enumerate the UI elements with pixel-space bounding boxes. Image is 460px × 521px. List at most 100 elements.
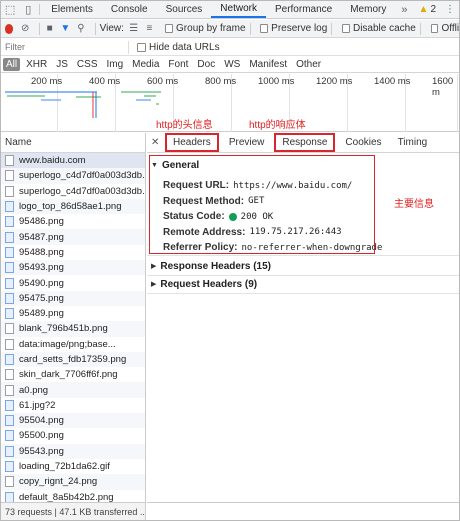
search-icon[interactable]: ⚲	[75, 22, 87, 36]
document-icon	[5, 476, 14, 488]
document-icon	[5, 369, 14, 381]
tab-response[interactable]: Response	[274, 133, 336, 152]
request-row[interactable]: superlogo_c4d7df0a003d3db...	[1, 184, 145, 199]
overview-waterfall	[5, 91, 161, 118]
more-options-icon[interactable]: ⋮	[441, 1, 459, 18]
tab-cookies[interactable]: Cookies	[339, 135, 387, 150]
caret-right-icon: ▶	[151, 281, 157, 288]
warnings-badge[interactable]: ▲ 2	[414, 1, 441, 18]
request-row[interactable]: 95500.png	[1, 428, 145, 443]
request-row[interactable]: superlogo_c4d7df0a003d3db...	[1, 168, 145, 184]
image-icon	[5, 399, 14, 411]
tab-headers[interactable]: Headers	[165, 133, 219, 152]
toolbar-divider	[38, 22, 40, 35]
request-row[interactable]: logo_top_86d58ae1.png	[1, 198, 145, 215]
record-icon[interactable]	[5, 23, 14, 34]
request-name: 95504.png	[19, 415, 64, 427]
network-overview-timeline[interactable]: 200 ms 400 ms 600 ms 800 ms 1000 ms 1200…	[1, 74, 459, 132]
filter-input[interactable]	[1, 40, 129, 54]
type-filter-media[interactable]: Media	[129, 58, 162, 71]
tab-elements[interactable]: Elements	[42, 1, 102, 18]
tab-timing[interactable]: Timing	[392, 135, 434, 150]
type-filter-xhr[interactable]: XHR	[23, 58, 50, 71]
image-icon	[5, 262, 14, 274]
request-name: blank_796b451b.png	[19, 323, 108, 335]
section-divider	[147, 293, 459, 294]
request-name: loading_72b1da62.gif	[19, 461, 110, 473]
tab-memory[interactable]: Memory	[341, 1, 395, 18]
request-row[interactable]: 95504.png	[1, 413, 145, 429]
request-row[interactable]: www.baidu.com	[1, 153, 145, 169]
clear-icon[interactable]: ⊘	[19, 22, 31, 36]
type-filter-js[interactable]: JS	[53, 58, 71, 71]
request-name: 95488.png	[19, 246, 64, 258]
resource-type-filters: All XHR JS CSS Img Media Font Doc WS Man…	[1, 57, 459, 73]
group-by-frame-label: Group by frame	[176, 23, 246, 34]
caret-right-icon: ▶	[151, 263, 157, 270]
tab-sources[interactable]: Sources	[157, 1, 212, 18]
inspect-element-icon[interactable]: ⬚	[1, 1, 19, 18]
type-filter-ws[interactable]: WS	[221, 58, 243, 71]
offline-label: Offli	[441, 23, 459, 34]
waterfall-icon[interactable]: ≡	[144, 22, 156, 36]
hide-data-urls-label: Hide data URLs	[149, 41, 220, 53]
group-by-frame-checkbox[interactable]	[165, 24, 174, 33]
type-filter-img[interactable]: Img	[103, 58, 126, 71]
request-row[interactable]: loading_72b1da62.gif	[1, 459, 145, 474]
type-filter-font[interactable]: Font	[165, 58, 191, 71]
tab-performance[interactable]: Performance	[266, 1, 341, 18]
request-row[interactable]: 95487.png	[1, 229, 145, 245]
response-headers-toggle[interactable]: ▶ Response Headers (15)	[147, 258, 459, 274]
close-icon[interactable]: ✕	[151, 137, 165, 148]
preserve-log-checkbox[interactable]	[260, 24, 269, 33]
request-name: data:image/png;base...	[19, 338, 116, 350]
document-icon	[5, 155, 14, 167]
status-bar: 73 requests | 47.1 KB transferred ...	[1, 502, 146, 520]
request-row[interactable]: 95488.png	[1, 245, 145, 260]
request-row[interactable]: 95490.png	[1, 275, 145, 290]
tab-network[interactable]: Network	[211, 1, 266, 18]
disable-cache-checkbox[interactable]	[342, 24, 350, 33]
image-icon	[5, 231, 14, 243]
request-row[interactable]: 95475.png	[1, 290, 145, 306]
response-annotation: http的响应体	[249, 120, 306, 131]
request-row[interactable]: 95493.png	[1, 260, 145, 276]
request-row[interactable]: 95543.png	[1, 443, 145, 459]
type-filter-doc[interactable]: Doc	[194, 58, 218, 71]
tab-console[interactable]: Console	[102, 1, 157, 18]
offline-checkbox[interactable]	[430, 24, 439, 33]
request-row[interactable]: 61.jpg?2	[1, 398, 145, 413]
document-icon	[5, 338, 14, 350]
filter-row: Hide data URLs	[1, 39, 459, 56]
type-filter-manifest[interactable]: Manifest	[246, 58, 290, 71]
name-column-header[interactable]: Name	[1, 133, 145, 153]
request-row[interactable]: blank_796b451b.png	[1, 321, 145, 337]
request-headers-toggle[interactable]: ▶ Request Headers (9)	[147, 276, 459, 292]
image-icon	[5, 445, 14, 457]
request-row[interactable]: a0.png	[1, 382, 145, 398]
request-row[interactable]: 95486.png	[1, 214, 145, 229]
type-filter-all[interactable]: All	[3, 58, 21, 71]
device-toolbar-icon[interactable]: ▯	[19, 1, 37, 18]
tab-preview[interactable]: Preview	[223, 135, 271, 150]
request-row[interactable]: copy_rignt_24.png	[1, 474, 145, 490]
capture-screenshots-icon[interactable]: ■	[44, 22, 56, 36]
request-headers-section: ▶ Request Headers (9)	[147, 276, 459, 292]
more-tabs-icon[interactable]: »	[395, 1, 413, 18]
request-name: logo_top_86d58ae1.png	[19, 201, 122, 213]
type-filter-other[interactable]: Other	[293, 58, 324, 71]
request-row[interactable]: skin_dark_7706ff6f.png	[1, 367, 145, 382]
image-icon	[5, 308, 14, 320]
filter-icon[interactable]: ▼	[59, 22, 71, 36]
request-row[interactable]: card_setts_fdb17359.png	[1, 351, 145, 368]
toolbar-divider	[249, 22, 251, 35]
request-row[interactable]: data:image/png;base...	[1, 337, 145, 352]
type-filter-css[interactable]: CSS	[74, 58, 101, 71]
image-icon	[5, 415, 14, 427]
hide-data-urls-checkbox[interactable]	[137, 42, 146, 52]
large-rows-icon[interactable]: ☰	[128, 22, 140, 36]
warnings-count: 2	[430, 4, 436, 15]
request-name: 95500.png	[19, 430, 64, 442]
request-row[interactable]: 95489.png	[1, 306, 145, 321]
request-row[interactable]: default_8a5b42b2.png	[1, 490, 145, 502]
